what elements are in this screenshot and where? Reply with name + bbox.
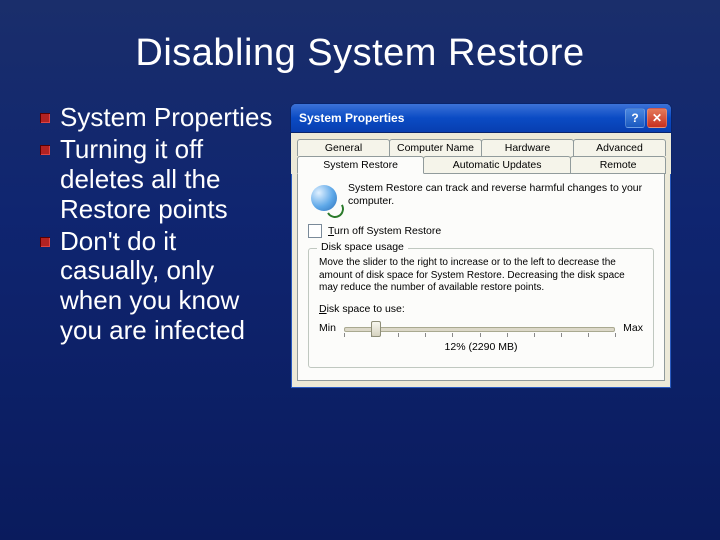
slider-thumb[interactable] (371, 321, 381, 337)
help-button[interactable]: ? (625, 108, 645, 128)
slider-min-label: Min (319, 322, 336, 334)
tab-hardware[interactable]: Hardware (481, 139, 574, 156)
tab-general[interactable]: General (297, 139, 390, 156)
close-button[interactable]: ✕ (647, 108, 667, 128)
bullet-item: Turning it off deletes all the Restore p… (40, 135, 280, 225)
tab-advanced[interactable]: Advanced (573, 139, 666, 156)
slider-label: Disk space to use: (319, 303, 643, 315)
tab-automatic-updates[interactable]: Automatic Updates (423, 156, 571, 174)
bullet-item: System Properties (40, 103, 280, 133)
intro-text: System Restore can track and reverse har… (348, 182, 654, 208)
bullet-list: System Properties Turning it off deletes… (40, 103, 280, 389)
turn-off-restore-checkbox[interactable] (308, 224, 322, 238)
window-title: System Properties (299, 111, 623, 125)
system-restore-icon (308, 182, 340, 214)
titlebar[interactable]: System Properties ? ✕ (291, 104, 671, 133)
groupbox-title: Disk space usage (317, 241, 408, 253)
tab-system-restore[interactable]: System Restore (297, 156, 424, 174)
system-properties-window: System Properties ? ✕ General Computer N… (290, 103, 672, 389)
tab-strip: General Computer Name Hardware Advanced … (291, 133, 671, 174)
disk-space-slider[interactable] (344, 319, 615, 337)
content-area: System Properties Turning it off deletes… (0, 103, 720, 389)
slider-max-label: Max (623, 322, 643, 334)
bullet-item: Don't do it casually, only when you know… (40, 227, 280, 347)
tab-remote[interactable]: Remote (570, 156, 666, 174)
disk-space-groupbox: Disk space usage Move the slider to the … (308, 248, 654, 368)
groupbox-desc: Move the slider to the right to increase… (319, 257, 643, 295)
turn-off-restore-label: Turn off System Restore (328, 225, 441, 237)
slider-value: 12% (2290 MB) (319, 341, 643, 353)
tab-body: System Restore can track and reverse har… (297, 173, 665, 381)
slide-title: Disabling System Restore (0, 0, 720, 75)
turn-off-restore-row[interactable]: Turn off System Restore (308, 224, 654, 238)
tab-computer-name[interactable]: Computer Name (389, 139, 482, 156)
